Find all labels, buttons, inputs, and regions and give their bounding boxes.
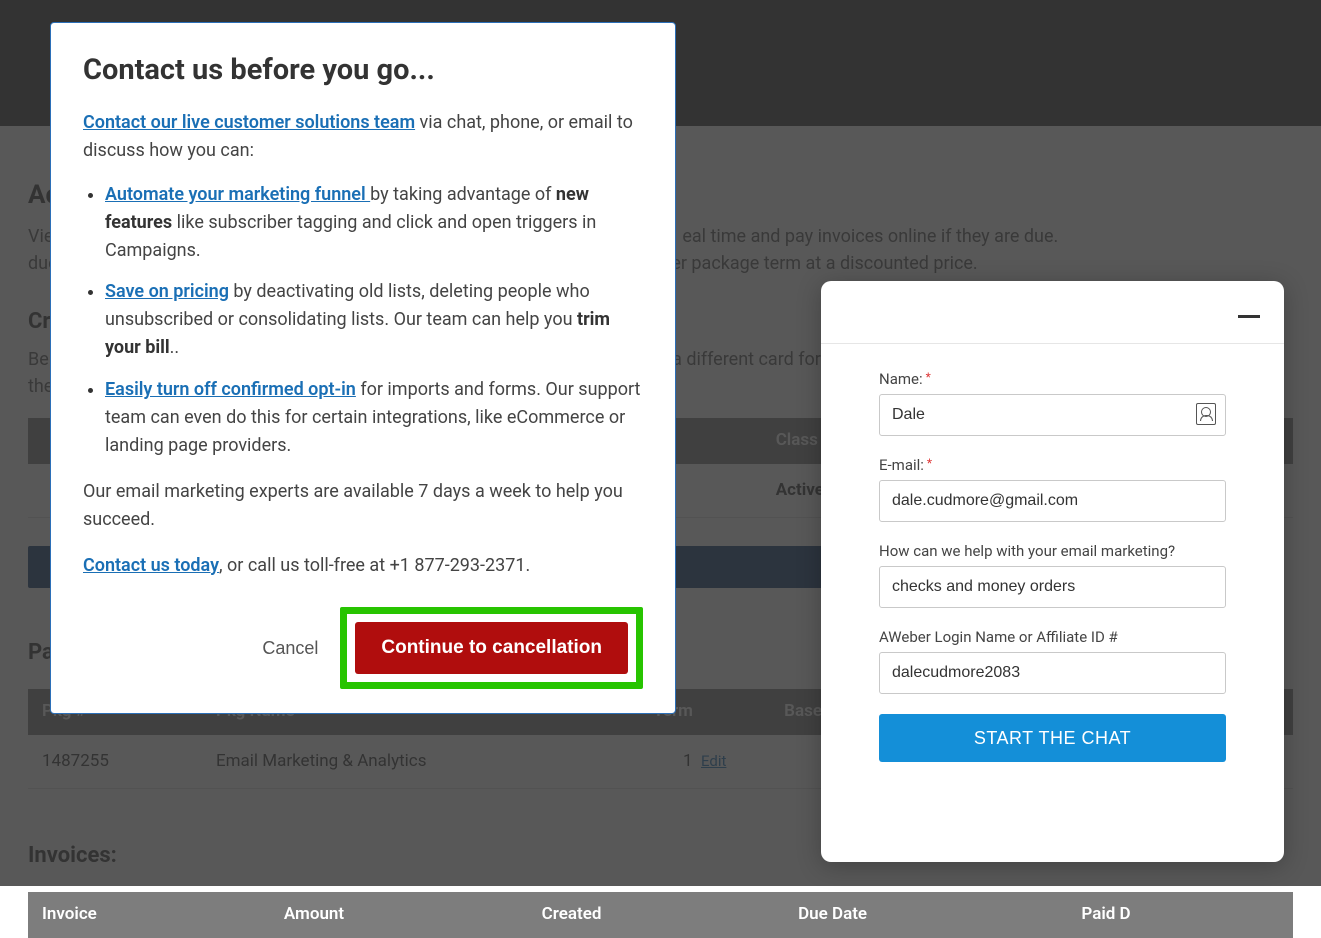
email-label: E-mail:* [879, 456, 1226, 474]
contact-team-link[interactable]: Contact our live customer solutions team [83, 112, 415, 133]
chat-header [821, 281, 1284, 344]
help-input[interactable] [879, 566, 1226, 608]
name-label: Name:* [879, 370, 1226, 388]
modal-bullet-list: Automate your marketing funnel by taking… [105, 181, 643, 460]
email-input[interactable] [879, 480, 1226, 522]
cancellation-modal: Contact us before you go... Contact our … [50, 22, 676, 714]
name-input[interactable] [879, 394, 1226, 436]
save-pricing-link[interactable]: Save on pricing [105, 281, 229, 302]
modal-availability: Our email marketing experts are availabl… [83, 478, 643, 534]
list-item: Save on pricing by deactivating old list… [105, 278, 643, 362]
contact-today-link[interactable]: Contact us today [83, 555, 219, 576]
modal-contact-line: Contact us today, or call us toll-free a… [83, 552, 643, 580]
login-label: AWeber Login Name or Affiliate ID # [879, 628, 1226, 646]
chat-widget: Name:* E-mail:* How can we help with you… [821, 281, 1284, 862]
continue-highlight: Continue to cancellation [340, 607, 643, 689]
modal-actions: Cancel Continue to cancellation [83, 607, 643, 689]
invoices-table: Invoice Amount Created Due Date Paid D [28, 892, 1293, 938]
turnoff-optin-link[interactable]: Easily turn off confirmed opt-in [105, 379, 356, 400]
start-chat-button[interactable]: START THE CHAT [879, 714, 1226, 762]
inv-th-3: Due Date [784, 892, 1067, 938]
modal-intro: Contact our live customer solutions team… [83, 109, 643, 165]
contact-card-icon [1196, 403, 1216, 425]
automate-funnel-link[interactable]: Automate your marketing funnel [105, 184, 370, 205]
continue-cancellation-button[interactable]: Continue to cancellation [355, 622, 628, 674]
chat-form: Name:* E-mail:* How can we help with you… [821, 344, 1284, 762]
minimize-icon[interactable] [1238, 315, 1260, 318]
inv-th-2: Created [528, 892, 784, 938]
modal-title: Contact us before you go... [83, 53, 643, 87]
list-item: Automate your marketing funnel by taking… [105, 181, 643, 265]
inv-th-0: Invoice [28, 892, 270, 938]
inv-th-1: Amount [270, 892, 528, 938]
login-input[interactable] [879, 652, 1226, 694]
cancel-button[interactable]: Cancel [262, 638, 318, 659]
help-label: How can we help with your email marketin… [879, 542, 1226, 560]
list-item: Easily turn off confirmed opt-in for imp… [105, 376, 643, 460]
inv-th-4: Paid D [1067, 892, 1293, 938]
